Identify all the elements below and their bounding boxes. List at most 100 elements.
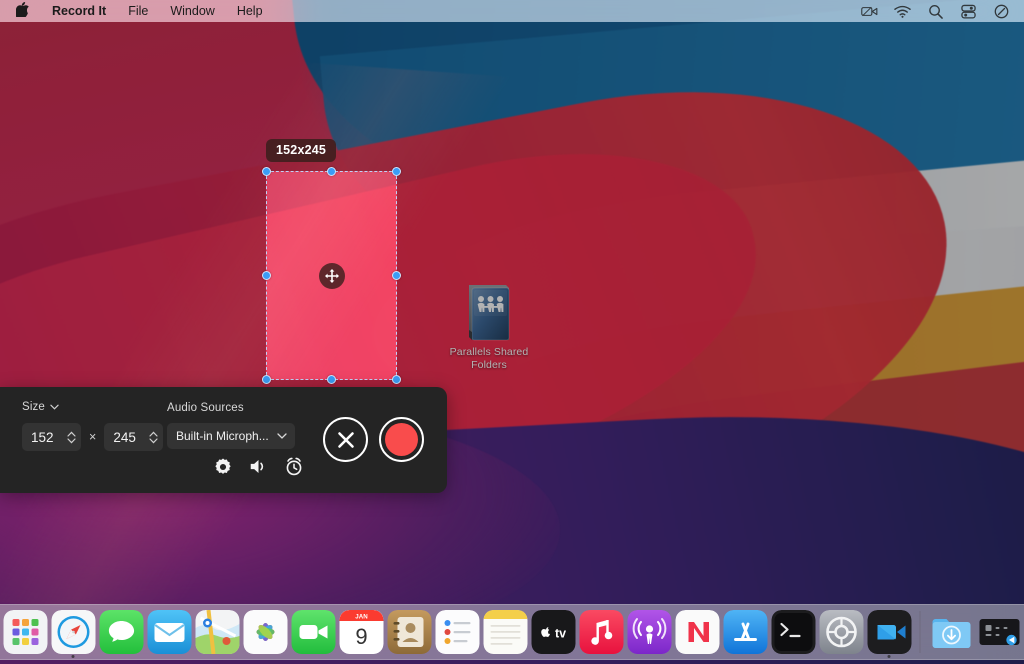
- audio-source-dropdown[interactable]: Built-in Microph...: [167, 423, 295, 449]
- maps-icon: [195, 610, 239, 654]
- size-separator: ×: [88, 430, 97, 444]
- width-stepper[interactable]: [22, 423, 81, 451]
- dock-item-system-preferences[interactable]: [819, 609, 864, 654]
- panel-tool-icons: [214, 457, 303, 476]
- resize-handle-ne[interactable]: [392, 167, 401, 176]
- wifi-icon[interactable]: [894, 4, 911, 19]
- dock-item-recent-item[interactable]: [977, 609, 1022, 654]
- close-button[interactable]: [323, 417, 368, 462]
- width-stepper-arrows[interactable]: [67, 431, 76, 444]
- resize-handle-w[interactable]: [262, 271, 271, 280]
- launchpad-icon: [3, 610, 47, 654]
- size-label: Size: [22, 401, 45, 413]
- selection-size-badge: 152x245: [266, 139, 336, 162]
- downloads-folder-icon: [929, 610, 973, 654]
- appstore-icon: [723, 610, 767, 654]
- size-dropdown-toggle[interactable]: Size: [22, 401, 163, 413]
- system-preferences-icon: [819, 610, 863, 654]
- desktop-icon-label-line2: Folders: [443, 359, 535, 372]
- dock-item-calendar[interactable]: JAN 9: [339, 609, 384, 654]
- stepper-down-icon: [67, 438, 76, 444]
- menu-bar-left: Record It File Window Help: [8, 2, 274, 20]
- recent-item-icon: [977, 610, 1021, 654]
- messages-icon: [99, 610, 143, 654]
- dock-item-terminal[interactable]: [771, 609, 816, 654]
- screen-recording-icon[interactable]: [861, 4, 878, 19]
- dock-running-indicator: [72, 655, 75, 658]
- desktop-icon-label-line1: Parallels Shared: [443, 346, 535, 359]
- settings-gear-icon[interactable]: [214, 458, 232, 476]
- stepper-up-icon: [149, 431, 158, 437]
- dock-item-launchpad[interactable]: [3, 609, 48, 654]
- menu-app-name[interactable]: Record It: [41, 2, 117, 20]
- reminders-icon: [435, 610, 479, 654]
- dock-item-notes[interactable]: [483, 609, 528, 654]
- height-stepper[interactable]: [104, 423, 163, 451]
- size-inputs-row: ×: [22, 423, 163, 451]
- macos-menu-bar[interactable]: Record It File Window Help: [0, 0, 1024, 22]
- size-section: Size ×: [22, 401, 163, 451]
- dock-item-maps[interactable]: [195, 609, 240, 654]
- menu-item-window[interactable]: Window: [159, 2, 225, 20]
- dock-item-safari[interactable]: [51, 609, 96, 654]
- dock-item-mail[interactable]: [147, 609, 192, 654]
- audio-sources-label: Audio Sources: [167, 402, 295, 414]
- macos-dock[interactable]: JAN 9: [0, 604, 1024, 660]
- menu-item-help[interactable]: Help: [226, 2, 274, 20]
- capture-selection-region[interactable]: [266, 171, 397, 380]
- contacts-icon: [387, 610, 431, 654]
- dock-item-photos[interactable]: [243, 609, 288, 654]
- apple-logo-icon[interactable]: [8, 2, 41, 19]
- facetime-icon: [291, 610, 335, 654]
- close-x-icon: [336, 430, 356, 450]
- record-button[interactable]: [379, 417, 424, 462]
- spotlight-search-icon[interactable]: [927, 4, 944, 19]
- speaker-volume-icon[interactable]: [249, 458, 268, 475]
- dock-item-appstore[interactable]: [723, 609, 768, 654]
- dock-item-music[interactable]: [579, 609, 624, 654]
- calendar-month-label: JAN: [355, 613, 368, 620]
- menu-item-file[interactable]: File: [117, 2, 159, 20]
- height-input[interactable]: [113, 430, 143, 445]
- dock-item-reminders[interactable]: [435, 609, 480, 654]
- resize-handle-e[interactable]: [392, 271, 401, 280]
- dock-item-appletv[interactable]: tv: [531, 609, 576, 654]
- terminal-icon: [771, 610, 815, 654]
- notes-icon: [483, 610, 527, 654]
- dock-item-messages[interactable]: [99, 609, 144, 654]
- photos-icon: [243, 610, 287, 654]
- mail-icon: [147, 610, 191, 654]
- width-input[interactable]: [31, 430, 61, 445]
- selection-move-handle[interactable]: [319, 263, 345, 289]
- dock-item-record-it[interactable]: [867, 609, 912, 654]
- height-stepper-arrows[interactable]: [149, 431, 158, 444]
- siri-icon[interactable]: [993, 4, 1010, 19]
- podcasts-icon: [627, 610, 671, 654]
- resize-handle-sw[interactable]: [262, 375, 271, 384]
- record-it-icon: [867, 610, 911, 654]
- dock-item-contacts[interactable]: [387, 609, 432, 654]
- dock-item-downloads-folder[interactable]: [929, 609, 974, 654]
- chevron-down-icon: [277, 433, 287, 439]
- control-center-icon[interactable]: [960, 4, 977, 19]
- dock-item-facetime[interactable]: [291, 609, 336, 654]
- dock-separator: [920, 611, 921, 653]
- news-icon: [675, 610, 719, 654]
- recording-control-panel[interactable]: Size × Audio Sou: [0, 387, 447, 493]
- resize-handle-n[interactable]: [327, 167, 336, 176]
- desktop-icon-parallels-shared-folders[interactable]: Parallels Shared Folders: [443, 280, 535, 371]
- dock-item-podcasts[interactable]: [627, 609, 672, 654]
- svg-text:tv: tv: [554, 627, 565, 641]
- appletv-icon: tv: [531, 610, 575, 654]
- music-icon: [579, 610, 623, 654]
- record-indicator-dot: [385, 423, 418, 456]
- resize-handle-se[interactable]: [392, 375, 401, 384]
- resize-handle-nw[interactable]: [262, 167, 271, 176]
- safari-icon: [51, 610, 95, 654]
- alarm-timer-icon[interactable]: [285, 457, 303, 476]
- dock-item-news[interactable]: [675, 609, 720, 654]
- resize-handle-s[interactable]: [327, 375, 336, 384]
- dock-running-indicator: [888, 655, 891, 658]
- stepper-up-icon: [67, 431, 76, 437]
- calendar-day-label: 9: [355, 624, 367, 649]
